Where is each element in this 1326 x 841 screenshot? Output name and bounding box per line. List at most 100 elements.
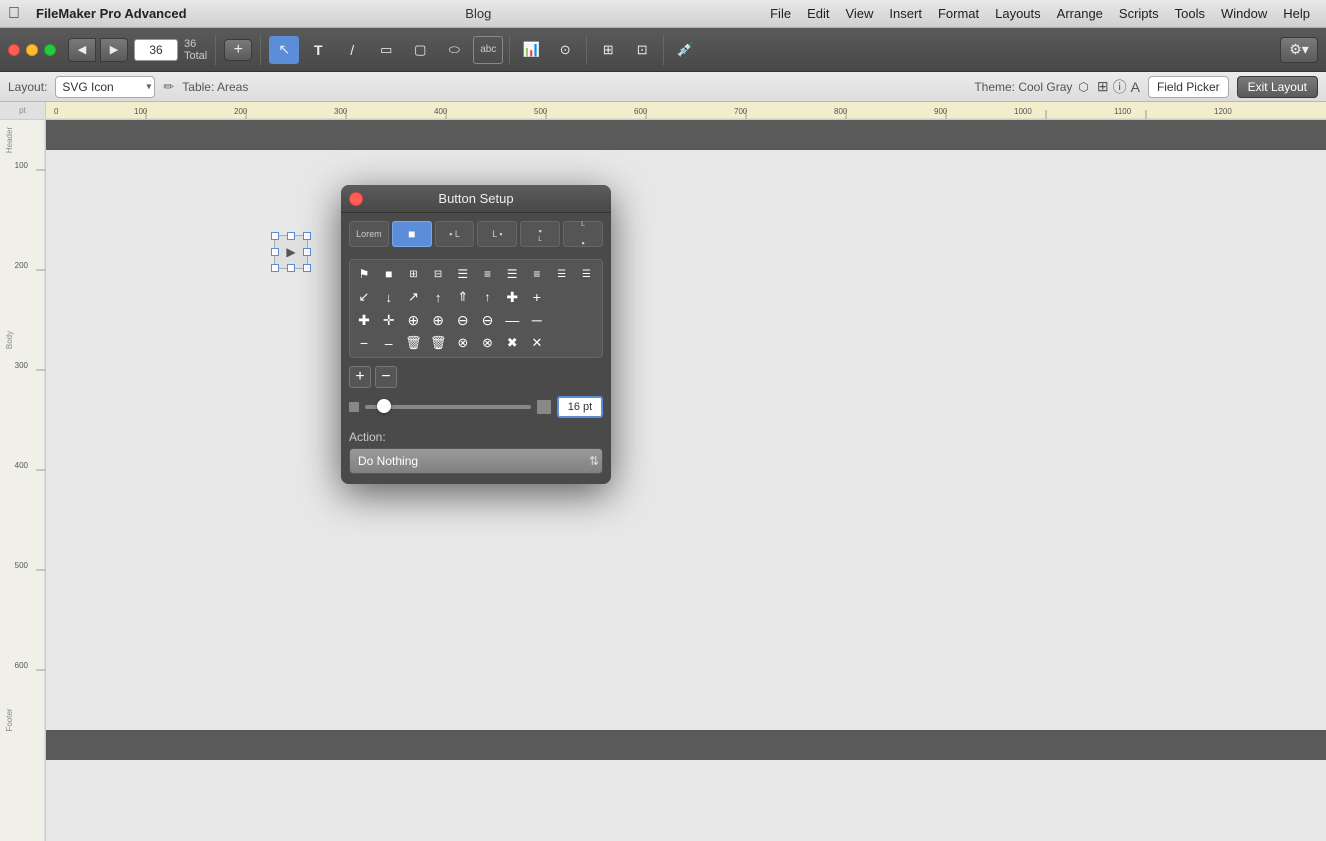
icon-circle-x2[interactable]: ⊗ [477, 332, 499, 354]
icon-list5[interactable]: ☰ [551, 263, 573, 285]
style-preset-icon-above[interactable]: ▪L [520, 221, 560, 247]
svg-text:500: 500 [15, 561, 29, 570]
icon-square[interactable]: ■ [378, 263, 400, 285]
grid-view-icon[interactable]: ⊞ [1097, 78, 1109, 95]
action-select[interactable]: Do Nothing Go to Layout Go to Record Per… [349, 448, 603, 474]
footer-band [46, 730, 1326, 760]
icon-minus-l1[interactable]: − [353, 332, 375, 354]
slider-thumb[interactable] [377, 399, 391, 413]
size-value-input[interactable] [557, 396, 603, 418]
style-preset-icon[interactable]: ■ [392, 221, 432, 247]
ruler-vertical: 100 200 300 400 500 600 Header Body Foot… [0, 120, 46, 841]
icon-list2[interactable]: ≡ [477, 263, 499, 285]
icon-plus-c2[interactable]: ✛ [378, 309, 400, 331]
icon-plus-lg[interactable]: ✚ [501, 286, 523, 308]
icon-plus-c1[interactable]: ✚ [353, 309, 375, 331]
icon-list4[interactable]: ≡ [526, 263, 548, 285]
line-tool-btn[interactable]: / [337, 36, 367, 64]
icon-list1[interactable]: ☰ [452, 263, 474, 285]
rounded-rect-tool-btn[interactable]: ▢ [405, 36, 435, 64]
text-tool-btn[interactable]: T [303, 36, 333, 64]
menu-file[interactable]: File [762, 4, 799, 23]
style-preset-text-icon[interactable]: L ▪ [477, 221, 517, 247]
icon-list3[interactable]: ☰ [501, 263, 523, 285]
button-setup-dialog: Button Setup Lorem ■ ▪ L L ▪ ▪L L▪ ⚑ ■ ⊞… [341, 185, 611, 484]
text-size-icon[interactable]: A [1131, 79, 1140, 95]
chart-btn[interactable]: 📊 [516, 36, 546, 64]
style-preset-icon-below[interactable]: L▪ [563, 221, 603, 247]
ruler-horizontal: 0 100 200 300 400 500 600 700 800 900 10… [46, 102, 1326, 119]
menu-insert[interactable]: Insert [881, 4, 930, 23]
nav-fwd-btn[interactable]: ▶ [100, 38, 128, 62]
menu-format[interactable]: Format [930, 4, 987, 23]
menu-window[interactable]: Window [1213, 4, 1275, 23]
button-tool-btn[interactable]: ⊙ [550, 36, 580, 64]
icon-u-arrow[interactable]: ↑ [427, 286, 449, 308]
dialog-close-btn[interactable] [349, 192, 363, 206]
icon-circle-x1[interactable]: ⊗ [452, 332, 474, 354]
icon-plus-sm[interactable]: + [526, 286, 548, 308]
traffic-light-green[interactable] [44, 44, 56, 56]
icon-d-arrow[interactable]: ↓ [378, 286, 400, 308]
eyedropper-btn[interactable]: 💉 [670, 36, 700, 64]
icon-line2[interactable]: ─ [526, 309, 548, 331]
icon-empty4[interactable] [575, 309, 597, 331]
icon-split-h[interactable]: ⊞ [402, 263, 424, 285]
style-preset-text[interactable]: Lorem [349, 221, 389, 247]
theme-icon[interactable]: ⬡ [1078, 80, 1088, 94]
menu-view[interactable]: View [837, 4, 881, 23]
icon-minus-l2[interactable]: – [378, 332, 400, 354]
icon-empty6[interactable] [575, 332, 597, 354]
icon-minus-c2[interactable]: ⊖ [477, 309, 499, 331]
canvas-button-element[interactable]: ▶ [274, 235, 308, 269]
field-picker-btn[interactable]: Field Picker [1148, 76, 1229, 98]
menu-tools[interactable]: Tools [1167, 4, 1213, 23]
edit-layout-icon[interactable]: ✏ [163, 79, 174, 95]
traffic-light-yellow[interactable] [26, 44, 38, 56]
icon-x1[interactable]: ✖ [501, 332, 523, 354]
icon-split-v[interactable]: ⊟ [427, 263, 449, 285]
layout-icons-group: ⊞ ⓘ A [1097, 77, 1140, 97]
icon-u2-arrow[interactable]: ⇑ [452, 286, 474, 308]
menu-scripts[interactable]: Scripts [1111, 4, 1167, 23]
menu-edit[interactable]: Edit [799, 4, 837, 23]
menu-help[interactable]: Help [1275, 4, 1318, 23]
rect-tool-btn[interactable]: ▭ [371, 36, 401, 64]
style-preset-icon-text[interactable]: ▪ L [435, 221, 475, 247]
icon-empty2[interactable] [575, 286, 597, 308]
menu-layouts[interactable]: Layouts [987, 4, 1049, 23]
icon-dl-arrow[interactable]: ↙ [353, 286, 375, 308]
layout-select[interactable]: SVG Icon [55, 76, 155, 98]
select-tool-btn[interactable]: ↖ [269, 36, 299, 64]
remove-icon-btn[interactable]: − [375, 366, 397, 388]
icon-trash2[interactable]: 🗑 [427, 332, 449, 354]
page-number-input[interactable] [134, 39, 178, 61]
icon-empty3[interactable] [551, 309, 573, 331]
icon-flag[interactable]: ⚑ [353, 263, 375, 285]
icon-plus-c3[interactable]: ⊕ [402, 309, 424, 331]
add-icon-btn[interactable]: + [349, 366, 371, 388]
apple-logo[interactable]:  [8, 5, 20, 23]
field-tool-btn[interactable]: abc [473, 36, 503, 64]
popover-tool-btn[interactable]: ⊡ [627, 36, 657, 64]
icon-list6[interactable]: ☰ [575, 263, 597, 285]
info-icon[interactable]: ⓘ [1113, 77, 1127, 97]
icon-share-arrow[interactable]: ↑ [477, 286, 499, 308]
size-slider-track[interactable] [365, 405, 531, 409]
traffic-light-red[interactable] [8, 44, 20, 56]
oval-tool-btn[interactable]: ⬭ [439, 36, 469, 64]
icon-empty1[interactable] [551, 286, 573, 308]
menu-arrange[interactable]: Arrange [1049, 4, 1111, 23]
icon-trash1[interactable]: 🗑 [402, 332, 424, 354]
exit-layout-btn[interactable]: Exit Layout [1237, 76, 1318, 98]
icon-plus-c4[interactable]: ⊕ [427, 309, 449, 331]
icon-line1[interactable]: — [501, 309, 523, 331]
icon-ur-arrow[interactable]: ↗ [402, 286, 424, 308]
icon-empty5[interactable] [551, 332, 573, 354]
gear-settings-btn[interactable]: ⚙▾ [1280, 37, 1318, 63]
nav-back-btn[interactable]: ◀ [68, 38, 96, 62]
portal-tool-btn[interactable]: ⊞ [593, 36, 623, 64]
icon-minus-c1[interactable]: ⊖ [452, 309, 474, 331]
add-record-btn[interactable]: + [224, 39, 252, 61]
icon-x2[interactable]: ✕ [526, 332, 548, 354]
